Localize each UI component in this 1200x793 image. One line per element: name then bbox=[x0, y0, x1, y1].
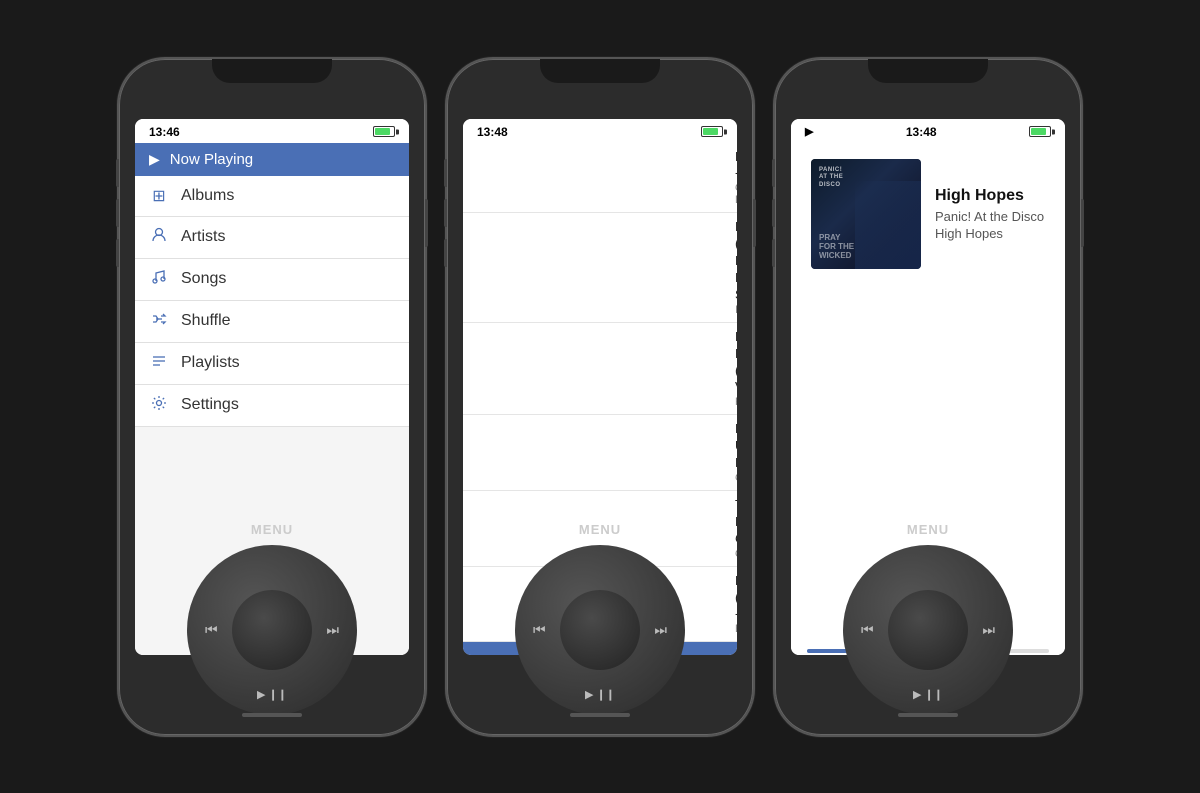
album-title-platinum: The Platinum Collection bbox=[735, 497, 737, 548]
song-artist: Panic! At the Disco bbox=[935, 209, 1045, 224]
wheel-2[interactable]: ⏮ ⏭ ▶ ❙❙ bbox=[515, 545, 685, 715]
menu-btn-label-3[interactable]: MENU bbox=[907, 522, 949, 537]
shuffle-label: Shuffle bbox=[181, 312, 231, 330]
battery-2 bbox=[701, 126, 723, 137]
iphone-1: 13:46 ▶ Now Playing ⊞ Albums bbox=[117, 57, 427, 737]
click-wheel-1: MENU ⏮ ⏭ ▶ ❙❙ bbox=[172, 522, 372, 715]
status-bar-3: ▶ 13:48 bbox=[791, 119, 1065, 143]
status-bar-2: 13:48 bbox=[463, 119, 737, 143]
next-icon-2: ⏭ bbox=[654, 621, 667, 638]
menu-item-shuffle[interactable]: Shuffle bbox=[135, 301, 409, 343]
album-info-pompeii: Pompeii (Remixes) - EP Bastille bbox=[735, 573, 737, 636]
menu-btn-label-2[interactable]: MENU bbox=[579, 522, 621, 537]
time-1: 13:46 bbox=[149, 125, 180, 139]
album-info-planet: Planet Pit (Deluxe Version) Pitbull bbox=[735, 329, 737, 409]
album-item-plastique[interactable]: Plastique Universe EP Chappo bbox=[463, 415, 737, 491]
album-info-pesadao: Pesadão (feat. Marcelo Falcão) - Single … bbox=[735, 219, 737, 315]
album-info-plastique: Plastique Universe EP Chappo bbox=[735, 421, 737, 484]
menu-item-artists[interactable]: Artists bbox=[135, 217, 409, 259]
prev-icon-2: ⏮ bbox=[533, 621, 546, 638]
artwork-area: PANIC!AT THEDISCO PRAYFOR THEWICKED High… bbox=[791, 143, 1065, 277]
prev-icon-3: ⏮ bbox=[861, 621, 874, 638]
albums-icon: ⊞ bbox=[149, 186, 169, 206]
play-pause-icon-2: ▶ ❙❙ bbox=[585, 688, 615, 701]
album-title-pompeii: Pompeii (Remixes) - EP bbox=[735, 573, 737, 624]
next-icon-1: ⏭ bbox=[326, 621, 339, 638]
status-bar-1: 13:46 bbox=[135, 119, 409, 143]
songs-icon bbox=[149, 269, 169, 290]
album-info-perfect: Perfect - EP One Direction bbox=[735, 149, 737, 207]
album-title-pray: Pray For the Wicked bbox=[735, 648, 737, 654]
play-pause-icon-1: ▶ ❙❙ bbox=[257, 688, 287, 701]
album-artist-planet: Pitbull bbox=[735, 396, 737, 408]
album-title-plastique: Plastique Universe EP bbox=[735, 421, 737, 472]
album-item-planet[interactable]: Planet Pit (Deluxe Version) Pitbull bbox=[463, 323, 737, 416]
album-info-platinum: The Platinum Collection Queen bbox=[735, 497, 737, 560]
album-artist-pesadao: IZA bbox=[735, 304, 737, 316]
time-2: 13:48 bbox=[477, 125, 508, 139]
battery-3 bbox=[1029, 126, 1051, 137]
now-playing-label: Now Playing bbox=[170, 151, 253, 168]
album-title-perfect: Perfect - EP bbox=[735, 149, 737, 183]
menu-item-songs[interactable]: Songs bbox=[135, 259, 409, 301]
iphone-3: ▶ 13:48 PANIC!AT THEDISCO PRAY bbox=[773, 57, 1083, 737]
battery-1 bbox=[373, 126, 395, 137]
iphone-2: 13:48 Perfect - EP One Direction bbox=[445, 57, 755, 737]
album-title-pesadao: Pesadão (feat. Marcelo Falcão) - Single bbox=[735, 219, 737, 303]
np-album-art: PANIC!AT THEDISCO PRAYFOR THEWICKED bbox=[811, 159, 921, 269]
play-icon-header: ▶ bbox=[149, 151, 160, 168]
now-playing-header[interactable]: ▶ Now Playing bbox=[135, 143, 409, 176]
time-3: 13:48 bbox=[906, 125, 937, 139]
click-wheel-2: MENU ⏮ ⏭ ▶ ❙❙ bbox=[500, 522, 700, 715]
song-title: High Hopes bbox=[935, 187, 1045, 205]
album-artist-pompeii: Bastille bbox=[735, 623, 737, 635]
prev-icon-1: ⏮ bbox=[205, 621, 218, 638]
songs-label: Songs bbox=[181, 270, 226, 288]
album-artist-plastique: Chappo bbox=[735, 472, 737, 484]
artists-label: Artists bbox=[181, 228, 225, 246]
song-album: High Hopes bbox=[935, 226, 1045, 241]
next-icon-3: ⏭ bbox=[982, 621, 995, 638]
menu-item-playlists[interactable]: Playlists bbox=[135, 343, 409, 385]
track-info: High Hopes Panic! At the Disco High Hope… bbox=[935, 187, 1045, 241]
wheel-3[interactable]: ⏮ ⏭ ▶ ❙❙ bbox=[843, 545, 1013, 715]
album-artist-platinum: Queen bbox=[735, 548, 737, 560]
playlists-icon bbox=[149, 353, 169, 374]
album-title-planet: Planet Pit (Deluxe Version) bbox=[735, 329, 737, 397]
album-info-pray: Pray For the Wicked Panic! At the Disco bbox=[735, 648, 737, 654]
settings-label: Settings bbox=[181, 396, 239, 414]
menu-btn-label-1[interactable]: MENU bbox=[251, 522, 293, 537]
click-wheel-3: MENU ⏮ ⏭ ▶ ❙❙ bbox=[828, 522, 1028, 715]
album-item-pesadao[interactable]: Pesadão (feat. Marcelo Falcão) - Single … bbox=[463, 213, 737, 322]
menu-item-settings[interactable]: Settings bbox=[135, 385, 409, 427]
shuffle-icon bbox=[149, 311, 169, 332]
menu-item-albums[interactable]: ⊞ Albums bbox=[135, 176, 409, 217]
playlists-label: Playlists bbox=[181, 354, 240, 372]
play-pause-icon-3: ▶ ❙❙ bbox=[913, 688, 943, 701]
album-item-perfect[interactable]: Perfect - EP One Direction bbox=[463, 143, 737, 214]
wheel-1[interactable]: ⏮ ⏭ ▶ ❙❙ bbox=[187, 545, 357, 715]
albums-label: Albums bbox=[181, 187, 234, 205]
artists-icon bbox=[149, 227, 169, 248]
settings-icon bbox=[149, 395, 169, 416]
album-artist-perfect: One Direction bbox=[735, 182, 737, 206]
